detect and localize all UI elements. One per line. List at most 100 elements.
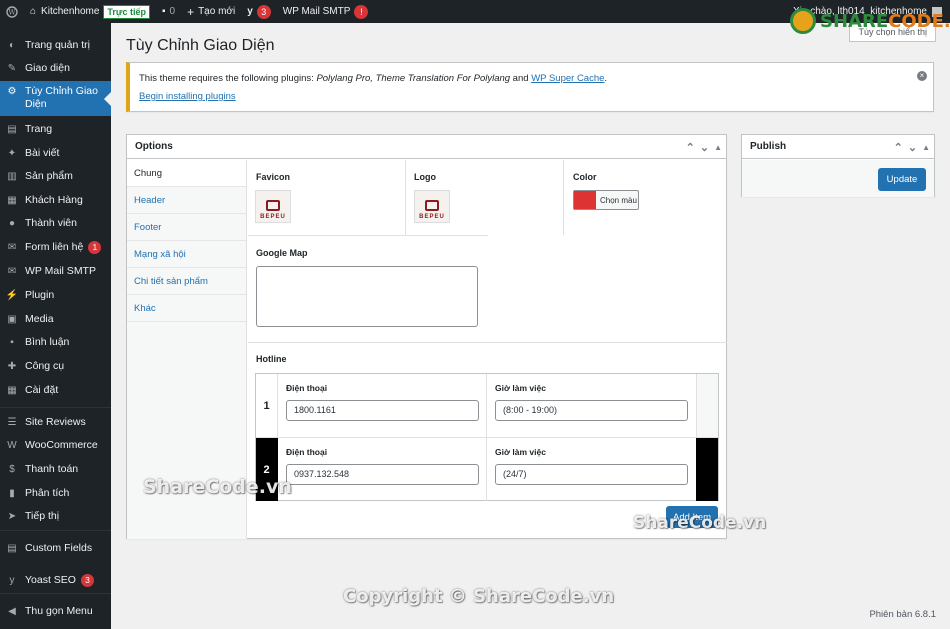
sidebar-item-appearance[interactable]: ✎ Giao diện	[0, 58, 111, 80]
logo-suffix: CODE.vn	[888, 10, 950, 32]
appearance-icon: ✎	[7, 62, 17, 74]
sidebar-item-analytics[interactable]: ▮ Phân tích	[0, 483, 111, 505]
pages-icon: ▤	[7, 123, 17, 135]
sidebar-item-payment[interactable]: $ Thanh toán	[0, 459, 111, 481]
pin-icon: ✦	[7, 147, 17, 159]
media-icon: ▣	[7, 313, 17, 325]
live-badge: Trực tiếp	[103, 4, 150, 19]
sidebar-item-pin[interactable]: ✦ Bài viết	[0, 143, 111, 165]
settings-icon: ▦	[7, 384, 17, 396]
sidebar-item-media[interactable]: ▣ Media	[0, 309, 111, 331]
notice-text: This theme requires the following plugin…	[139, 73, 924, 84]
comments-icon: ▪	[10, 336, 14, 348]
google-map-textarea[interactable]	[256, 266, 478, 327]
sidebar-item-gear[interactable]: ⚙ Tùy Chỉnh Giao Diện	[0, 81, 111, 116]
hours-input[interactable]: (24/7)	[495, 464, 688, 485]
sidebar-item-label: Giao diện	[25, 62, 70, 74]
phone-label: Điện thoại	[286, 447, 328, 457]
wp-logo-icon[interactable]: W	[0, 0, 24, 23]
sidebar-item-products[interactable]: ▥ Sản phẩm	[0, 166, 111, 188]
site-name: Kitchenhome	[41, 6, 100, 17]
smtp-link[interactable]: WP Mail SMTP !	[277, 0, 375, 23]
brand-mark-icon	[266, 200, 280, 211]
color-picker-button[interactable]: Chọn màu	[573, 190, 639, 210]
tab-2[interactable]: Footer	[127, 214, 246, 241]
move-down-icon[interactable]: ⌄	[908, 141, 917, 154]
sidebar-item-customers[interactable]: ▦ Khách Hàng	[0, 190, 111, 212]
phone-input[interactable]: 0937.132.548	[286, 464, 479, 485]
tab-3[interactable]: Mạng xã hội	[127, 241, 246, 268]
sidebar-item-collapse[interactable]: ◀ Thu gọn Menu	[0, 601, 111, 623]
dismiss-icon[interactable]: ×	[917, 71, 927, 81]
hours-cell: Giờ làm việc (8:00 - 19:00)	[487, 374, 696, 437]
sidebar-item-dashboard[interactable]: ◐ Trang quản trị	[0, 35, 111, 57]
phone-cell: Điện thoại 1800.1161	[278, 374, 487, 437]
tab-5[interactable]: Khác	[127, 295, 246, 322]
plugin-notice: This theme requires the following plugin…	[126, 62, 934, 112]
home-icon: ⌂	[30, 6, 37, 17]
gear-icon: ⚙	[7, 85, 17, 97]
color-label: Color	[573, 172, 597, 182]
hours-input[interactable]: (8:00 - 19:00)	[495, 400, 688, 421]
favicon-label: Favicon	[256, 172, 291, 182]
sidebar-item-plugin[interactable]: ⚡ Plugin	[0, 285, 111, 307]
sidebar-item-settings[interactable]: ▦ Cài đặt	[0, 380, 111, 402]
wp-super-cache-link[interactable]: WP Super Cache	[531, 73, 604, 84]
move-up-icon[interactable]: ⌃	[894, 141, 903, 154]
sidebar-item-tools[interactable]: ✚ Công cụ	[0, 356, 111, 378]
sidebar-item-label: Thu gọn Menu	[25, 605, 93, 617]
update-button[interactable]: Update	[878, 168, 926, 191]
row-number[interactable]: 1	[256, 374, 278, 437]
row-handle[interactable]	[696, 374, 718, 437]
yoast-count: 3	[256, 4, 271, 19]
new-content-link[interactable]: + Tạo mới	[181, 0, 241, 23]
logo-prefix: SHARE	[820, 10, 889, 32]
toggle-panel-icon[interactable]: ▲	[714, 143, 722, 152]
divider	[563, 160, 564, 235]
logo-image[interactable]: BEPEU	[414, 190, 450, 223]
sidebar-item-yoast[interactable]: y Yoast SEO 3	[0, 570, 111, 592]
divider	[248, 342, 727, 343]
publish-header: Publish ⌃ ⌄ ▲	[742, 135, 934, 159]
sidebar-item-marketing[interactable]: ➤ Tiếp thị	[0, 506, 111, 528]
sidebar-item-label: Phân tích	[25, 487, 70, 499]
sidebar-item-label: Tiếp thị	[25, 510, 60, 522]
sidebar-item-label: Khách Hàng	[25, 194, 83, 206]
admin-sidebar: ◐ Trang quản trị ✎ Giao diện ⚙ Tùy Chỉnh Giao…	[0, 23, 111, 629]
table-row: 2 Điện thoại 0937.132.548 Giờ làm việc (…	[256, 438, 718, 501]
begin-install-link[interactable]: Begin installing plugins	[139, 91, 236, 102]
svg-text:W: W	[8, 8, 16, 16]
sidebar-item-mail[interactable]: ✉ Form liên hệ 1	[0, 237, 111, 259]
sidebar-item-label: WooCommerce	[25, 439, 98, 451]
toggle-panel-icon[interactable]: ▲	[922, 143, 930, 152]
row-handle[interactable]	[696, 438, 718, 501]
brand-mark-icon	[425, 200, 439, 211]
phone-input[interactable]: 1800.1161	[286, 400, 479, 421]
tab-4[interactable]: Chi tiết sản phẩm	[127, 268, 246, 295]
payment-icon: $	[9, 463, 15, 475]
sidebar-item-comments[interactable]: ▪ Bình luận	[0, 332, 111, 354]
yoast-link[interactable]: y 3	[241, 0, 277, 23]
notice-prefix: This theme requires the following plugin…	[139, 73, 317, 84]
favicon-image[interactable]: BEPEU	[255, 190, 291, 223]
users-icon: ●	[8, 217, 16, 229]
comments-link[interactable]: ▪ 0	[156, 0, 181, 23]
sidebar-item-pages[interactable]: ▤ Trang	[0, 119, 111, 141]
tab-1[interactable]: Header	[127, 187, 246, 214]
sidebar-item-label: Tùy Chỉnh Giao Diện	[25, 85, 98, 110]
sidebar-item-reviews[interactable]: ☰ Site Reviews	[0, 412, 111, 434]
logo-label: Logo	[414, 172, 436, 182]
sidebar-item-label: WP Mail SMTP	[25, 265, 96, 277]
sidebar-item-users[interactable]: ● Thành viên	[0, 213, 111, 235]
tab-0[interactable]: Chung	[127, 160, 246, 187]
sidebar-item-label: Trang	[25, 123, 53, 135]
sidebar-item-smtp[interactable]: ✉ WP Mail SMTP	[0, 261, 111, 283]
sidebar-item-woocommerce[interactable]: W WooCommerce	[0, 435, 111, 457]
move-up-icon[interactable]: ⌃	[686, 141, 695, 154]
move-down-icon[interactable]: ⌄	[700, 141, 709, 154]
divider	[248, 235, 488, 236]
table-row: 1 Điện thoại 1800.1161 Giờ làm việc (8:0…	[256, 374, 718, 437]
hotline-label: Hotline	[256, 354, 287, 364]
sidebar-item-custom-fields[interactable]: ▤ Custom Fields	[0, 538, 111, 560]
site-name-link[interactable]: ⌂ Kitchenhome Trực tiếp	[24, 0, 156, 23]
